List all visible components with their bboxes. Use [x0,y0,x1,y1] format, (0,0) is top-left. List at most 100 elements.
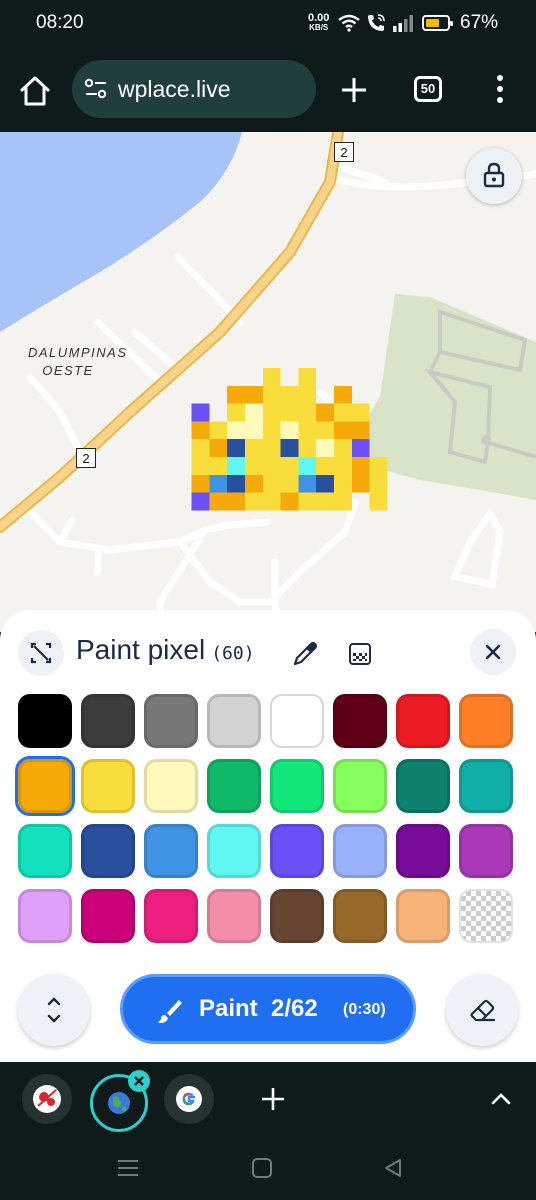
paint-timer: (0:30) [343,1001,386,1018]
back-icon[interactable] [382,1157,404,1179]
pixel [298,474,317,493]
pixel [298,403,317,422]
color-swatch[interactable] [459,694,513,748]
pixel [262,421,281,440]
color-swatch[interactable] [459,759,513,813]
pixel [334,385,352,404]
toggle-panel-button[interactable] [18,974,90,1046]
color-swatch[interactable] [459,824,513,878]
net-speed: 0.00 KB/S [308,13,329,33]
close-tab-button[interactable] [128,1070,150,1092]
pixel [369,492,388,511]
color-swatch[interactable] [396,824,450,878]
bug-icon [33,1085,61,1113]
color-swatch[interactable] [207,824,261,878]
plus-icon[interactable] [338,74,370,106]
pixel [262,457,281,475]
color-swatch[interactable] [18,824,72,878]
paint-panel: Paint pixel (60) Paint 2/62 (0:30) [0,610,536,1062]
url-bar[interactable]: wplace.live [72,60,316,118]
pixel [209,492,228,511]
color-swatch[interactable] [333,824,387,878]
lock-icon [483,162,505,188]
color-swatch[interactable] [207,694,261,748]
color-swatch[interactable] [144,694,198,748]
pixel [351,403,370,422]
color-swatch[interactable] [459,889,513,943]
color-swatch[interactable] [396,889,450,943]
expand-up-icon[interactable] [488,1086,514,1112]
pattern-icon[interactable] [347,641,373,667]
pixel [316,492,334,511]
pixel [191,457,210,475]
water-area [0,132,242,332]
lock-button[interactable] [466,148,522,204]
tabs-icon[interactable]: 50 [414,76,442,102]
color-swatch[interactable] [270,694,324,748]
eraser-button[interactable] [446,974,518,1046]
pixel [298,492,317,511]
expand-collapse-button[interactable] [18,630,64,676]
pixel-art [191,368,388,511]
pixel [245,492,263,511]
pixel [280,403,299,422]
color-swatch[interactable] [333,694,387,748]
map-canvas[interactable]: DALUMPINAS OESTE 2 2 [0,132,536,632]
pixel [227,403,245,422]
pixel [298,421,317,440]
system-nav-bar [0,1138,536,1200]
pixel [280,439,299,457]
recents-icon[interactable] [116,1158,140,1178]
pixel [245,403,263,422]
pixel [280,474,299,493]
paint-button[interactable]: Paint 2/62 (0:30) [120,974,416,1044]
color-swatch[interactable] [333,759,387,813]
color-swatch[interactable] [81,889,135,943]
color-swatch[interactable] [144,889,198,943]
pixel [316,439,334,457]
place-label: DALUMPINAS OESTE [28,345,128,378]
url-text[interactable]: wplace.live [118,76,231,103]
color-swatch[interactable] [207,889,261,943]
eyedropper-icon[interactable] [290,639,320,669]
pixel [298,385,317,404]
color-swatch[interactable] [81,694,135,748]
eraser-icon [470,999,496,1022]
color-swatch[interactable] [270,889,324,943]
pixel [298,368,317,386]
pixel [280,457,299,475]
color-swatch[interactable] [18,889,72,943]
close-button[interactable] [470,629,516,675]
home-icon[interactable] [16,72,54,110]
color-swatch[interactable] [270,759,324,813]
color-swatch[interactable] [207,759,261,813]
tune-icon[interactable] [84,78,108,100]
color-swatch[interactable] [15,756,75,816]
paint-label: Paint [199,995,258,1022]
pixel [262,492,281,511]
color-swatch[interactable] [396,759,450,813]
pixel [209,439,228,457]
color-swatch[interactable] [144,824,198,878]
home-nav-icon[interactable] [251,1157,273,1179]
pixel [245,474,263,493]
pixel [334,457,352,475]
battery-percent: 67% [460,12,499,33]
tab-favicon-google[interactable] [164,1074,214,1124]
color-swatch[interactable] [270,824,324,878]
color-swatch[interactable] [18,694,72,748]
color-swatch[interactable] [81,824,135,878]
overflow-menu-icon[interactable] [488,72,512,106]
wifi-call-icon [368,14,385,31]
pixel [227,474,245,493]
color-swatch[interactable] [396,694,450,748]
pixel [334,403,352,422]
color-swatch[interactable] [144,759,198,813]
pixel [227,421,245,440]
new-tab-plus-icon[interactable] [260,1086,286,1112]
tab-favicon-red[interactable] [22,1074,72,1124]
close-tab-icon [134,1076,144,1086]
color-swatch[interactable] [333,889,387,943]
color-swatch[interactable] [81,759,135,813]
pixel [191,474,210,493]
